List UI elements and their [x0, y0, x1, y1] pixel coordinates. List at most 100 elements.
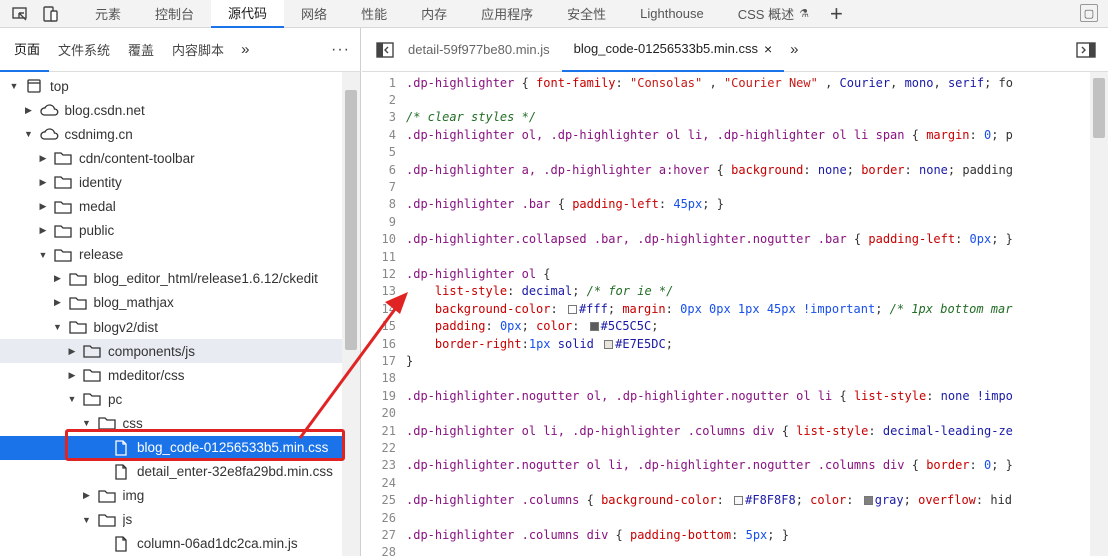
collapsed-triangle-icon[interactable]: ▶: [81, 490, 93, 501]
line-number[interactable]: 12: [362, 267, 406, 281]
toggle-navigator-icon[interactable]: [374, 41, 396, 59]
tree-item[interactable]: ▼ blogv2/dist: [0, 315, 342, 339]
file-tab-blog-code-css[interactable]: blog_code-01256533b5.min.css ×: [561, 28, 785, 72]
line-number[interactable]: 17: [362, 354, 406, 368]
tree-item[interactable]: ▶ blog_editor_html/release1.6.12/ckedit: [0, 267, 342, 291]
panel-tab-6[interactable]: 应用程序: [464, 0, 550, 28]
expanded-triangle-icon[interactable]: ▼: [81, 418, 93, 428]
tree-scrollbar-thumb[interactable]: [345, 90, 357, 350]
tree-item[interactable]: ▶ medal: [0, 195, 342, 219]
tree-item[interactable]: ▶ blog_mathjax: [0, 291, 342, 315]
panel-tab-3[interactable]: 网络: [284, 0, 344, 28]
line-number[interactable]: 26: [362, 511, 406, 525]
color-swatch[interactable]: [589, 322, 599, 332]
expanded-triangle-icon[interactable]: ▼: [37, 250, 49, 260]
editor-scrollbar-thumb[interactable]: [1093, 78, 1105, 138]
color-swatch[interactable]: [567, 304, 577, 314]
line-number[interactable]: 15: [362, 319, 406, 333]
tree-item[interactable]: ▶ blog.csdn.net: [0, 98, 342, 122]
more-tools-icon[interactable]: ▢: [1080, 4, 1098, 22]
tree-item[interactable]: column-06ad1dc2ca.min.js: [0, 532, 342, 556]
line-number[interactable]: 11: [362, 250, 406, 264]
panel-tab-0[interactable]: 元素: [78, 0, 138, 28]
panel-tab-9[interactable]: CSS 概述 ⚗: [721, 0, 826, 28]
line-number[interactable]: 7: [362, 180, 406, 194]
folder-icon: [97, 487, 117, 505]
line-number[interactable]: 25: [362, 493, 406, 507]
tree-item[interactable]: ▼ release: [0, 243, 342, 267]
tree-item[interactable]: ▶ public: [0, 219, 342, 243]
line-number[interactable]: 13: [362, 284, 406, 298]
add-panel-icon[interactable]: +: [830, 2, 843, 25]
tree-item[interactable]: ▶ mdeditor/css: [0, 363, 342, 387]
collapsed-triangle-icon[interactable]: ▶: [37, 177, 49, 188]
tree-item[interactable]: ▶ identity: [0, 170, 342, 194]
line-number[interactable]: 2: [362, 93, 406, 107]
line-number[interactable]: 16: [362, 337, 406, 351]
line-number[interactable]: 1: [362, 76, 406, 90]
line-number[interactable]: 8: [362, 197, 406, 211]
tree-item[interactable]: ▼ csdnimg.cn: [0, 122, 342, 146]
file-tab-detail-js[interactable]: detail-59f977be80.min.js: [396, 28, 562, 72]
collapsed-triangle-icon[interactable]: ▶: [37, 225, 49, 236]
tree-item[interactable]: ▶ components/js: [0, 339, 342, 364]
tab-page[interactable]: 页面: [0, 28, 50, 72]
tab-content-scripts[interactable]: 内容脚本: [163, 28, 233, 72]
panel-tab-2[interactable]: 源代码: [211, 0, 285, 28]
line-number[interactable]: 19: [362, 389, 406, 403]
color-swatch[interactable]: [604, 339, 614, 349]
panel-tab-4[interactable]: 性能: [344, 0, 404, 28]
expanded-triangle-icon[interactable]: ▼: [8, 81, 20, 91]
line-number[interactable]: 9: [362, 215, 406, 229]
device-toolbar-icon[interactable]: [40, 4, 60, 24]
collapsed-triangle-icon[interactable]: ▶: [66, 370, 78, 381]
tree-item[interactable]: ▼ pc: [0, 387, 342, 411]
color-swatch[interactable]: [863, 496, 873, 506]
tree-item[interactable]: detail_enter-32e8fa29bd.min.css: [0, 460, 342, 484]
tree-item[interactable]: ▶ cdn/content-toolbar: [0, 146, 342, 170]
panel-tab-7[interactable]: 安全性: [550, 0, 623, 28]
tree-scrollbar[interactable]: [342, 72, 360, 556]
expanded-triangle-icon[interactable]: ▼: [52, 322, 64, 332]
collapsed-triangle-icon[interactable]: ▶: [37, 153, 49, 164]
collapsed-triangle-icon[interactable]: ▶: [37, 201, 49, 212]
line-number[interactable]: 23: [362, 458, 406, 472]
line-number[interactable]: 20: [362, 406, 406, 420]
line-number[interactable]: 22: [362, 441, 406, 455]
line-number[interactable]: 3: [362, 110, 406, 124]
line-number[interactable]: 24: [362, 476, 406, 490]
editor-scrollbar[interactable]: [1090, 72, 1108, 556]
tree-item[interactable]: ▼ js: [0, 508, 342, 532]
collapsed-triangle-icon[interactable]: ▶: [66, 346, 78, 357]
tree-item[interactable]: ▶ img: [0, 484, 342, 508]
collapsed-triangle-icon[interactable]: ▶: [23, 105, 35, 116]
color-swatch[interactable]: [734, 496, 744, 506]
close-tab-icon[interactable]: ×: [764, 41, 772, 57]
line-number[interactable]: 21: [362, 424, 406, 438]
more-options-icon[interactable]: ···: [331, 41, 350, 59]
collapsed-triangle-icon[interactable]: ▶: [52, 297, 64, 308]
more-files-chevron-icon[interactable]: »: [790, 41, 798, 58]
tab-filesystem[interactable]: 文件系统: [49, 28, 119, 72]
expanded-triangle-icon[interactable]: ▼: [81, 515, 93, 525]
tree-item[interactable]: ▼ top: [0, 74, 342, 98]
collapsed-triangle-icon[interactable]: ▶: [52, 273, 64, 284]
line-number[interactable]: 10: [362, 232, 406, 246]
toggle-debugger-icon[interactable]: [1076, 41, 1096, 59]
line-number[interactable]: 18: [362, 371, 406, 385]
tab-overrides[interactable]: 覆盖: [119, 28, 163, 72]
line-number[interactable]: 5: [362, 145, 406, 159]
line-number[interactable]: 28: [362, 545, 406, 556]
line-number[interactable]: 14: [362, 302, 406, 316]
line-number[interactable]: 27: [362, 528, 406, 542]
panel-tab-8[interactable]: Lighthouse: [623, 0, 721, 28]
expanded-triangle-icon[interactable]: ▼: [66, 394, 78, 404]
more-tabs-chevron-icon[interactable]: »: [233, 41, 257, 58]
inspect-element-icon[interactable]: [10, 4, 30, 24]
line-number[interactable]: 6: [362, 163, 406, 177]
panel-tab-5[interactable]: 内存: [404, 0, 464, 28]
expanded-triangle-icon[interactable]: ▼: [23, 129, 35, 139]
panel-tab-1[interactable]: 控制台: [138, 0, 211, 28]
code-editor[interactable]: 1 .dp-highlighter { font-family: "Consola…: [362, 72, 1090, 556]
line-number[interactable]: 4: [362, 128, 406, 142]
